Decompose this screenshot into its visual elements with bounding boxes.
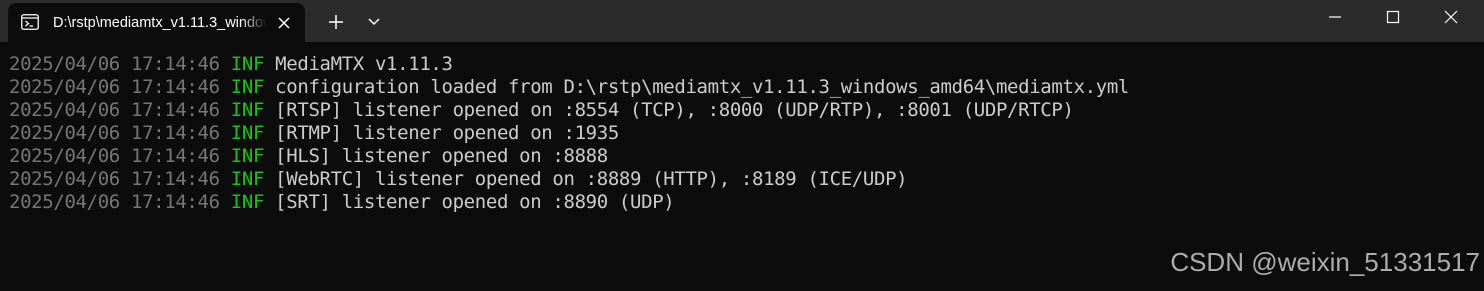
- terminal-window: D:\rstp\mediamtx_v1.11.3_windows_amd64\m…: [0, 0, 1484, 291]
- close-window-button[interactable]: [1422, 0, 1480, 34]
- log-line: 2025/04/06 17:14:46 INF configuration lo…: [9, 76, 1484, 99]
- log-level: INF: [230, 53, 265, 75]
- close-icon: [1444, 10, 1458, 24]
- log-level: INF: [230, 76, 265, 98]
- log-line: 2025/04/06 17:14:46 INF [HLS] listener o…: [9, 145, 1484, 168]
- watermark: CSDN @weixin_51331517: [1170, 247, 1480, 277]
- log-timestamp: 2025/04/06 17:14:46: [9, 53, 220, 75]
- log-line: 2025/04/06 17:14:46 INF [SRT] listener o…: [9, 191, 1484, 214]
- log-message: [SRT] listener opened on :8890 (UDP): [275, 191, 675, 213]
- minimize-button[interactable]: [1306, 0, 1364, 34]
- maximize-icon: [1386, 10, 1400, 24]
- log-timestamp: 2025/04/06 17:14:46: [9, 145, 220, 167]
- log-level: INF: [230, 145, 265, 167]
- minimize-icon: [1329, 16, 1341, 18]
- tab-title: D:\rstp\mediamtx_v1.11.3_windows_amd64\m…: [53, 15, 267, 31]
- tab-mediamtx[interactable]: D:\rstp\mediamtx_v1.11.3_windows_amd64\m…: [8, 3, 305, 42]
- close-tab-icon[interactable]: [274, 13, 294, 33]
- log-level: INF: [230, 168, 265, 190]
- log-line: 2025/04/06 17:14:46 INF [RTSP] listener …: [9, 99, 1484, 122]
- log-level: INF: [230, 122, 265, 144]
- log-message: [RTMP] listener opened on :1935: [275, 122, 619, 144]
- log-line: 2025/04/06 17:14:46 INF [WebRTC] listene…: [9, 168, 1484, 191]
- log-message: [WebRTC] listener opened on :8889 (HTTP)…: [275, 168, 908, 190]
- log-timestamp: 2025/04/06 17:14:46: [9, 191, 220, 213]
- title-bar[interactable]: D:\rstp\mediamtx_v1.11.3_windows_amd64\m…: [0, 0, 1484, 42]
- new-tab-button[interactable]: [322, 10, 350, 34]
- log-message: configuration loaded from D:\rstp\mediam…: [275, 76, 1130, 98]
- log-line: 2025/04/06 17:14:46 INF MediaMTX v1.11.3: [9, 53, 1484, 76]
- log-level: INF: [230, 191, 265, 213]
- log-timestamp: 2025/04/06 17:14:46: [9, 76, 220, 98]
- log-timestamp: 2025/04/06 17:14:46: [9, 99, 220, 121]
- log-timestamp: 2025/04/06 17:14:46: [9, 122, 220, 144]
- log-message: [HLS] listener opened on :8888: [275, 145, 608, 167]
- log-message: MediaMTX v1.11.3: [275, 53, 453, 75]
- chevron-down-icon[interactable]: [360, 12, 388, 32]
- log-timestamp: 2025/04/06 17:14:46: [9, 168, 220, 190]
- log-message: [RTSP] listener opened on :8554 (TCP), :…: [275, 99, 1074, 121]
- log-level: INF: [230, 99, 265, 121]
- terminal-icon: [21, 14, 39, 30]
- log-line: 2025/04/06 17:14:46 INF [RTMP] listener …: [9, 122, 1484, 145]
- maximize-button[interactable]: [1364, 0, 1422, 34]
